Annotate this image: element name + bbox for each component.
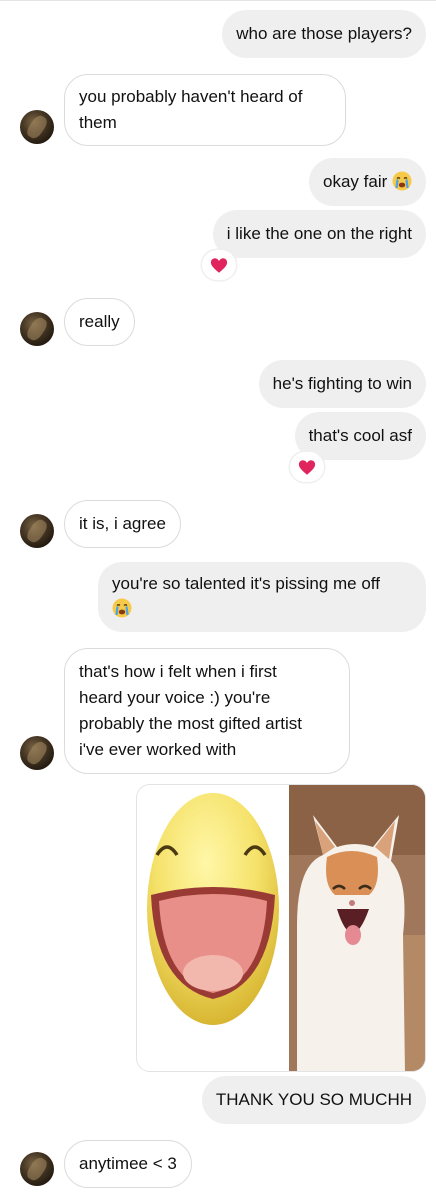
avatar[interactable]	[20, 736, 54, 770]
outgoing-message[interactable]: who are those players?	[222, 10, 426, 58]
heart-reaction[interactable]	[290, 452, 324, 482]
avatar[interactable]	[20, 312, 54, 346]
crying-emoji-icon	[392, 171, 412, 191]
message-text: really	[79, 312, 120, 331]
message-text: anytimee < 3	[79, 1154, 177, 1173]
heart-icon	[298, 459, 316, 475]
message-text: okay fair	[323, 172, 388, 191]
message-text: it is, i agree	[79, 514, 166, 533]
message-text: he's fighting to win	[272, 374, 412, 393]
top-divider	[0, 0, 436, 1]
incoming-message[interactable]: you probably haven't heard of them	[64, 74, 346, 146]
avatar[interactable]	[20, 110, 54, 144]
laughing-cat-photo	[289, 785, 425, 1071]
message-text-line: you probably haven't heard of	[79, 87, 303, 106]
heart-reaction[interactable]	[202, 250, 236, 280]
outgoing-message[interactable]: you're so talented it's pissing me off	[98, 562, 426, 632]
incoming-message[interactable]: that's how i felt when i first heard you…	[64, 648, 350, 774]
image-message[interactable]	[136, 784, 426, 1072]
outgoing-message[interactable]: he's fighting to win	[258, 360, 426, 408]
message-text: i like the one on the right	[226, 224, 412, 243]
laughing-emoji-face	[147, 793, 279, 1025]
outgoing-message[interactable]: THANK YOU SO MUCHH	[201, 1076, 426, 1124]
outgoing-message[interactable]: okay fair	[309, 158, 426, 206]
message-text-line: them	[79, 113, 117, 132]
heart-icon	[210, 257, 228, 273]
crying-emoji-icon	[112, 598, 132, 618]
incoming-message[interactable]: anytimee < 3	[64, 1140, 192, 1188]
avatar[interactable]	[20, 1152, 54, 1186]
outgoing-message[interactable]: i like the one on the right	[212, 210, 426, 258]
image-message-content	[137, 785, 425, 1071]
message-text-line: that's how i felt when i first	[79, 662, 277, 681]
message-text: THANK YOU SO MUCHH	[215, 1090, 412, 1109]
message-text-line: probably the most gifted artist	[79, 714, 303, 733]
avatar[interactable]	[20, 514, 54, 548]
message-text-line: heard your voice :) you're	[79, 688, 271, 707]
message-text: you're so talented it's pissing me off	[112, 574, 380, 593]
message-text-line: i've ever worked with	[79, 740, 237, 759]
incoming-message[interactable]: really	[64, 298, 135, 346]
message-text: who are those players?	[236, 24, 412, 43]
incoming-message[interactable]: it is, i agree	[64, 500, 181, 548]
message-text: that's cool asf	[308, 426, 412, 445]
